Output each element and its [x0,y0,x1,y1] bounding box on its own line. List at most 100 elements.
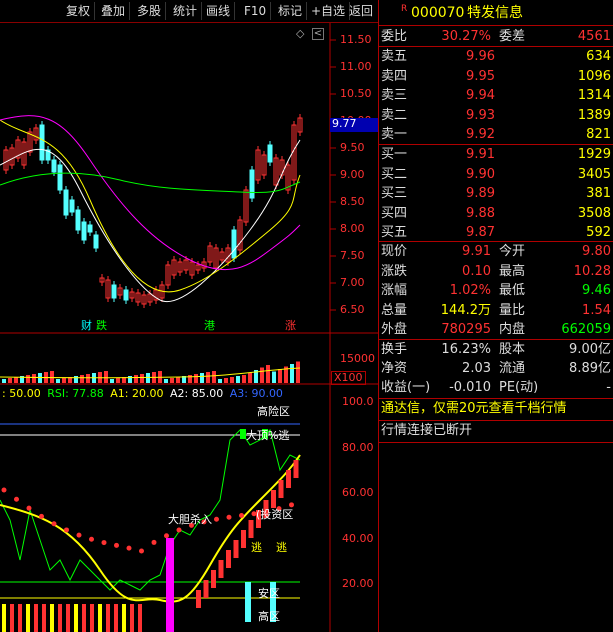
price-axis-label: 9.00 [340,168,365,181]
weibi-label: 委比 [381,29,408,44]
f10-button[interactable]: F10 [240,2,272,20]
bottom-bar [114,604,118,632]
volume-bar [8,378,12,383]
volume-bar [266,365,270,383]
sell-volume: 821 [586,127,611,142]
sell-label: 卖一 [381,127,408,142]
indicator-a3: A3: 90.00 [229,387,283,400]
fin-label: 股本 [499,342,526,357]
buy-volume: 3405 [577,166,611,182]
draw-line-button[interactable]: 画线 [202,2,236,20]
price-axis-label: 7.00 [340,276,365,289]
volume-bar [32,374,36,383]
buy-label: 买三 [381,186,408,201]
event-tag-die: 跌 [96,319,107,332]
fin-value: - [606,380,611,395]
statistics-button[interactable]: 统计 [169,2,203,20]
volume-bar [230,377,234,383]
volume-bar [74,376,78,383]
buy-volume: 1929 [577,147,611,162]
volume-bar [200,373,204,383]
bottom-bar [18,604,22,632]
volume-bar [176,377,180,383]
stat-label: 外盘 [381,322,408,337]
diamond-icon[interactable]: ◇ [296,28,304,40]
fin-label: PE(动) [499,380,539,395]
rising-block [203,580,209,598]
stat-value: 662059 [561,322,611,337]
volume-bar [290,364,294,383]
volume-bar [86,374,90,383]
ma-line-60 [0,172,301,193]
volume-bar [170,378,174,383]
indicator-dot [126,545,132,551]
buy-label: 买二 [381,166,408,182]
volume-bar [104,371,108,383]
sell-price: 9.93 [466,107,495,123]
volume-bar [218,379,222,383]
rising-block [248,520,254,538]
ma-line-10 [0,119,301,293]
volume-bar [248,372,252,383]
candle-body [111,284,117,299]
stat-value: 10.28 [573,263,611,279]
buy-label: 买一 [381,147,408,162]
volume-bar [224,378,228,383]
fin-label: 换手 [381,342,408,357]
indicator-dot [14,496,19,502]
add-favorite-button[interactable]: +自选 [307,2,351,20]
sell-label: 卖四 [381,68,408,84]
fin-label: 收益(一) [381,380,431,395]
fuquan-button[interactable]: 复权 [62,2,96,20]
indicator-rsi: RSI: 77.88 [47,387,104,400]
volume-bar [140,374,144,383]
annotation-big-kill: 大胆杀入 [168,513,212,526]
sell-price: 9.94 [466,88,495,103]
bottom-bar [50,604,54,632]
overlay-button[interactable]: 叠加 [97,2,131,20]
volume-bar [212,371,216,383]
buy-volume: 592 [586,225,611,240]
expand-icon[interactable]: < [312,28,324,40]
price-axis-label: 7.50 [340,249,365,262]
mark-button[interactable]: 标记 [274,2,308,20]
multi-stock-button[interactable]: 多股 [133,2,167,20]
ad-row[interactable]: 通达信，仅需20元查看千档行情 [379,400,613,418]
candle-body [81,221,87,241]
stat-value: 0.10 [462,263,491,279]
stat-label: 内盘 [499,322,526,337]
rising-block [196,590,201,608]
volume-bar [260,367,264,383]
indicator-dot [51,521,57,527]
back-button[interactable]: 返回 [345,2,377,20]
buy-row: 买三 9.89 381 [379,185,613,203]
sell-row: 卖五 9.96 634 [379,48,613,66]
fin-label: 流通 [499,361,526,376]
bottom-bar [74,604,78,632]
stat-value: 1.54 [582,302,611,318]
sell-row: 卖一 9.92 821 [379,126,613,144]
signal-bar [166,538,174,632]
bottom-bar [42,604,46,632]
volume-bar [116,378,120,383]
stat-row: 总量 144.2万 量比 1.54 [379,302,613,320]
candle-body [249,169,255,199]
volume-bar [272,371,276,383]
kline-chart[interactable] [0,0,378,632]
sell-volume: 1389 [577,107,611,123]
indicator-axis-label: 40.00 [342,531,374,545]
stat-value: 9.91 [462,244,491,259]
candle-body [63,189,69,216]
indicator-axis-label: 60.00 [342,486,374,499]
stat-row: 现价 9.91 今开 9.80 [379,243,613,261]
volume-bar [110,379,114,383]
ma-line-5 [0,139,301,302]
ad-link[interactable]: 通达信，仅需20元查看千档行情 [381,400,567,418]
indicator-dot [64,527,69,533]
rising-block [293,460,299,478]
buy-volume: 381 [586,186,611,201]
fin-value: 16.23% [441,342,491,357]
volume-bar [278,369,282,383]
annotation-safe: 安区 [258,587,280,600]
indicator-axis-label: 80.00 [342,440,374,454]
